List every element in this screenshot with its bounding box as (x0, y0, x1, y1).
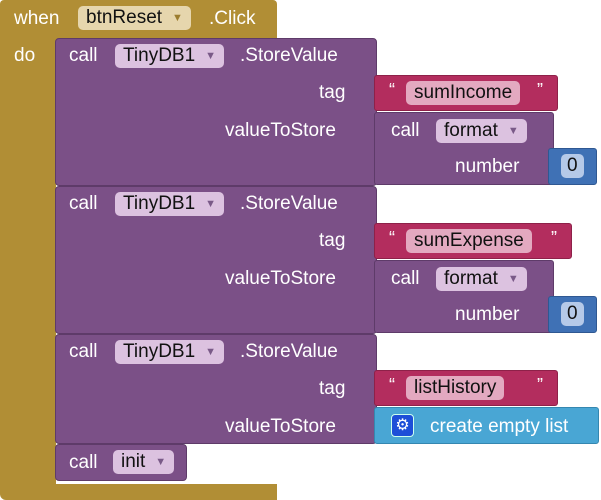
tag-label: tag (319, 378, 346, 399)
value-label: valueToStore (225, 416, 336, 437)
chevron-down-icon: ▼ (205, 198, 217, 210)
value-label: valueToStore (225, 120, 336, 141)
chevron-down-icon: ▼ (155, 456, 167, 468)
method-name: .StoreValue (240, 341, 338, 362)
number-field[interactable]: 0 (561, 302, 584, 326)
call-label: call (69, 193, 98, 214)
text-field[interactable]: listHistory (406, 376, 505, 400)
chevron-down-icon: ▼ (205, 346, 217, 358)
chevron-down-icon: ▼ (507, 273, 519, 285)
procedure-name: format (444, 268, 498, 289)
chevron-down-icon: ▼ (507, 125, 519, 137)
component-dropdown[interactable]: TinyDB1 ▼ (115, 44, 225, 68)
quote-close: ” (551, 228, 557, 248)
number-label: number (455, 156, 520, 177)
event-block-footer (0, 484, 277, 500)
call-label: call (391, 120, 420, 141)
quote-close: ” (537, 375, 543, 395)
procedure-name: format (444, 120, 498, 141)
method-name: .StoreValue (240, 193, 338, 214)
call-label: call (69, 341, 98, 362)
value-label: valueToStore (225, 268, 336, 289)
procedure-dropdown[interactable]: init ▼ (113, 450, 175, 474)
text-field[interactable]: sumExpense (406, 229, 532, 253)
do-label: do (14, 45, 36, 66)
call-label: call (391, 268, 420, 289)
method-name: .StoreValue (240, 45, 338, 66)
quote-open: “ (389, 228, 395, 248)
call-label: call (69, 45, 98, 66)
component-dropdown[interactable]: TinyDB1 ▼ (115, 192, 225, 216)
tag-label: tag (319, 230, 346, 251)
when-label: when (14, 8, 60, 29)
number-label: number (455, 304, 520, 325)
procedure-dropdown[interactable]: format ▼ (436, 267, 527, 291)
tag-label: tag (319, 82, 346, 103)
procedure-dropdown[interactable]: format ▼ (436, 119, 527, 143)
component-name: TinyDB1 (123, 45, 196, 66)
component-name: btnReset (86, 7, 163, 28)
text-field[interactable]: sumIncome (406, 81, 521, 105)
component-name: TinyDB1 (123, 341, 196, 362)
number-field[interactable]: 0 (561, 154, 584, 178)
quote-close: ” (537, 80, 543, 100)
component-dropdown[interactable]: btnReset ▼ (78, 6, 191, 30)
quote-open: “ (389, 80, 395, 100)
create-empty-list-label: create empty list (430, 416, 569, 437)
gear-icon[interactable]: ⚙ (391, 414, 414, 437)
chevron-down-icon: ▼ (172, 12, 183, 24)
event-block-body (0, 38, 56, 490)
component-name: TinyDB1 (123, 193, 196, 214)
chevron-down-icon: ▼ (205, 50, 217, 62)
event-name: .Click (209, 8, 256, 29)
call-label: call (69, 452, 98, 473)
procedure-name: init (121, 451, 146, 472)
quote-open: “ (389, 375, 395, 395)
component-dropdown[interactable]: TinyDB1 ▼ (115, 340, 225, 364)
